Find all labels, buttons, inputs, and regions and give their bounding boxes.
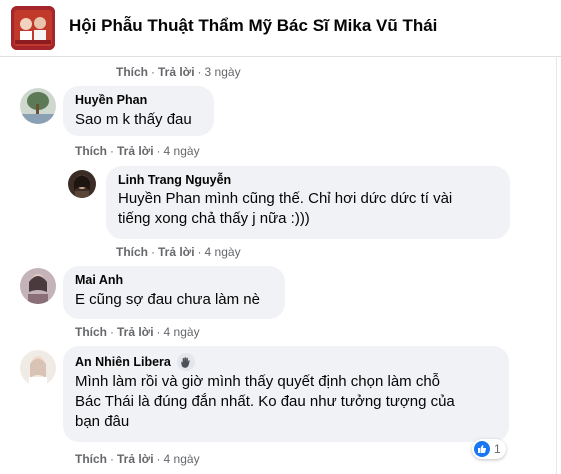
reply-link[interactable]: Trả lời [158,65,195,79]
timestamp[interactable]: 4 ngày [205,245,241,259]
timestamp[interactable]: 3 ngày [205,65,241,79]
group-title[interactable]: Hội Phẫu Thuật Thẩm Mỹ Bác Sĩ Mika Vũ Th… [69,16,437,36]
avatar[interactable] [20,350,56,386]
comment-actions: Thích · Trả lời · 4 ngày [116,245,241,259]
timestamp[interactable]: 4 ngày [164,452,200,466]
comment-actions: Thích · Trả lời · 4 ngày [75,452,200,466]
timestamp[interactable]: 4 ngày [164,144,200,158]
reply-link[interactable]: Trả lời [117,144,154,158]
comment-author[interactable]: Huyền Phan [75,93,202,107]
comment-text: Sao m k thấy đau [75,111,192,128]
comment-bubble: Huyền Phan Sao m k thấy đau [63,86,214,136]
like-icon [474,441,490,457]
wave-hand-icon[interactable] [176,353,195,371]
comment-author[interactable]: Linh Trang Nguyễn [118,173,498,187]
comment-text: Huyền Phan mình cũng thế. Chỉ hơi dức dứ… [118,190,453,227]
avatar[interactable] [20,88,56,124]
group-header: Hội Phẫu Thuật Thẩm Mỹ Bác Sĩ Mika Vũ Th… [0,0,561,57]
comment-text: E cũng sợ đau chưa làm nè [75,291,260,308]
like-link[interactable]: Thích [75,452,107,466]
avatar[interactable] [68,170,96,198]
scrollbar-track[interactable] [556,56,557,474]
reply-link[interactable]: Trả lời [158,245,195,259]
comment-text: Mình làm rồi và giờ mình thấy quyết định… [75,373,455,430]
comment-bubble: Linh Trang Nguyễn Huyền Phan mình cũng t… [106,166,510,239]
reply-link[interactable]: Trả lời [117,325,154,339]
like-link[interactable]: Thích [116,245,148,259]
reaction-count[interactable]: 1 [472,439,506,459]
reply-link[interactable]: Trả lời [117,452,154,466]
comment-actions: Thích · Trả lời · 3 ngày [116,65,241,79]
mention-link[interactable]: Huyền Phan [118,190,201,207]
comment-author-name[interactable]: An Nhiên Libera [75,355,171,369]
comment-author: An Nhiên Libera [75,353,497,371]
comment-author[interactable]: Mai Anh [75,273,273,287]
like-link[interactable]: Thích [116,65,148,79]
comment-actions: Thích · Trả lời · 4 ngày [75,325,200,339]
group-avatar[interactable] [11,6,55,50]
timestamp[interactable]: 4 ngày [164,325,200,339]
like-link[interactable]: Thích [75,144,107,158]
avatar[interactable] [20,268,56,304]
comment-bubble: Mai Anh E cũng sợ đau chưa làm nè [63,266,285,319]
like-link[interactable]: Thích [75,325,107,339]
comment-actions: Thích · Trả lời · 4 ngày [75,144,200,158]
reaction-count-value: 1 [494,442,501,456]
comment-bubble: An Nhiên Libera Mình làm rồi và giờ mình… [63,346,509,442]
